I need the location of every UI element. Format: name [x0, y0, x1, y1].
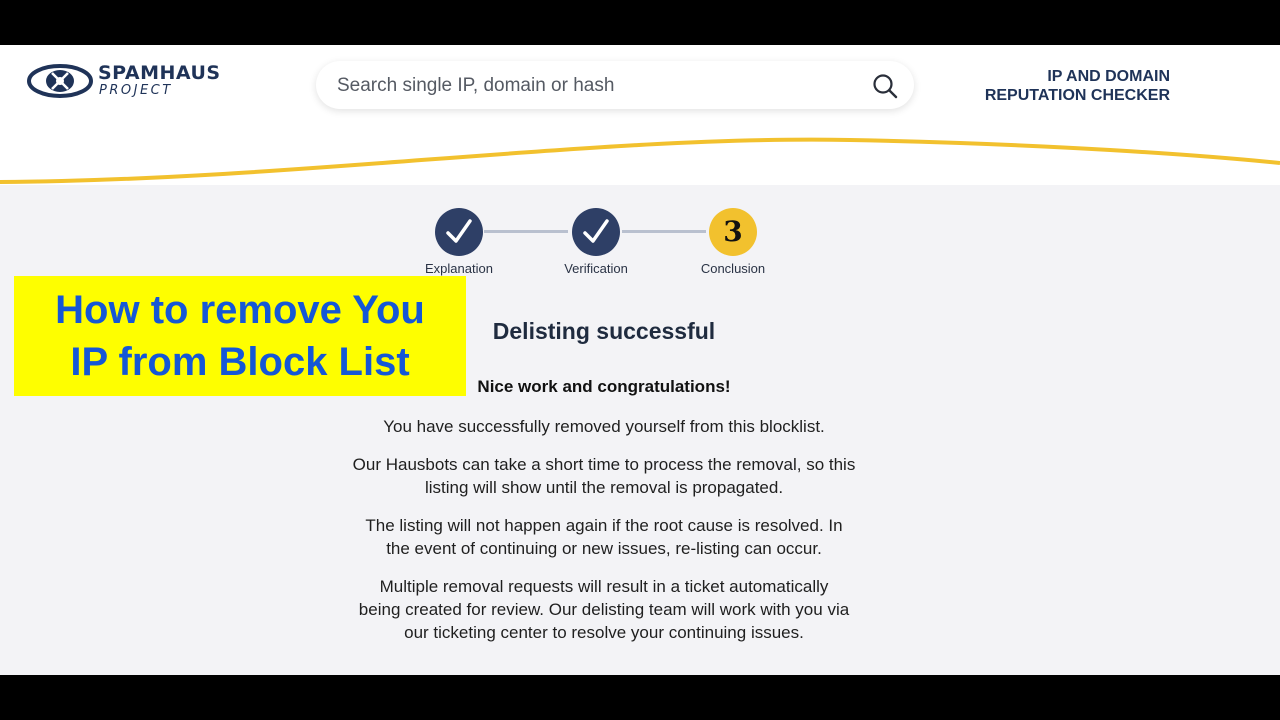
checkmark-icon [446, 219, 472, 243]
paragraph-line: Multiple removal requests will result in… [379, 577, 829, 596]
checkmark-icon [583, 219, 609, 243]
step-conclusion-label: Conclusion [700, 261, 766, 276]
step-number: 3 [723, 215, 743, 248]
overlay-title: How to remove You IP from Block List [14, 284, 466, 388]
video-title-overlay: How to remove You IP from Block List [14, 276, 466, 396]
step-verification-label: Verification [564, 261, 628, 276]
step-verification-circle [572, 208, 620, 256]
paragraph-line: our ticketing center to resolve your con… [404, 623, 804, 642]
ticket-paragraph: Multiple removal requests will result in… [304, 575, 904, 644]
step-conclusion-circle: 3 [709, 208, 757, 256]
step-explanation-circle [435, 208, 483, 256]
step-connector [484, 230, 568, 233]
paragraph-line: the event of continuing or new issues, r… [386, 539, 822, 558]
paragraph-line: listing will show until the removal is p… [424, 478, 784, 497]
progress-stepper: Explanation Verification 3 Conclusion [0, 45, 1280, 305]
paragraph-line: Our Hausbots can take a short time to pr… [352, 455, 856, 474]
relisting-paragraph: The listing will not happen again if the… [304, 514, 904, 560]
overlay-line-1: How to remove You [55, 288, 425, 332]
paragraph-line: You have successfully removed yourself f… [383, 417, 825, 436]
step-connector [622, 230, 706, 233]
paragraph-line: The listing will not happen again if the… [365, 516, 843, 535]
paragraph-line: being created for review. Our delisting … [358, 600, 850, 619]
page-frame: SPAMHAUS PROJECT Search single IP, domai… [0, 45, 1280, 675]
step-explanation-label: Explanation [425, 261, 493, 276]
processing-paragraph: Our Hausbots can take a short time to pr… [304, 453, 904, 499]
overlay-line-2: IP from Block List [70, 340, 410, 384]
success-paragraph: You have successfully removed yourself f… [304, 415, 904, 438]
